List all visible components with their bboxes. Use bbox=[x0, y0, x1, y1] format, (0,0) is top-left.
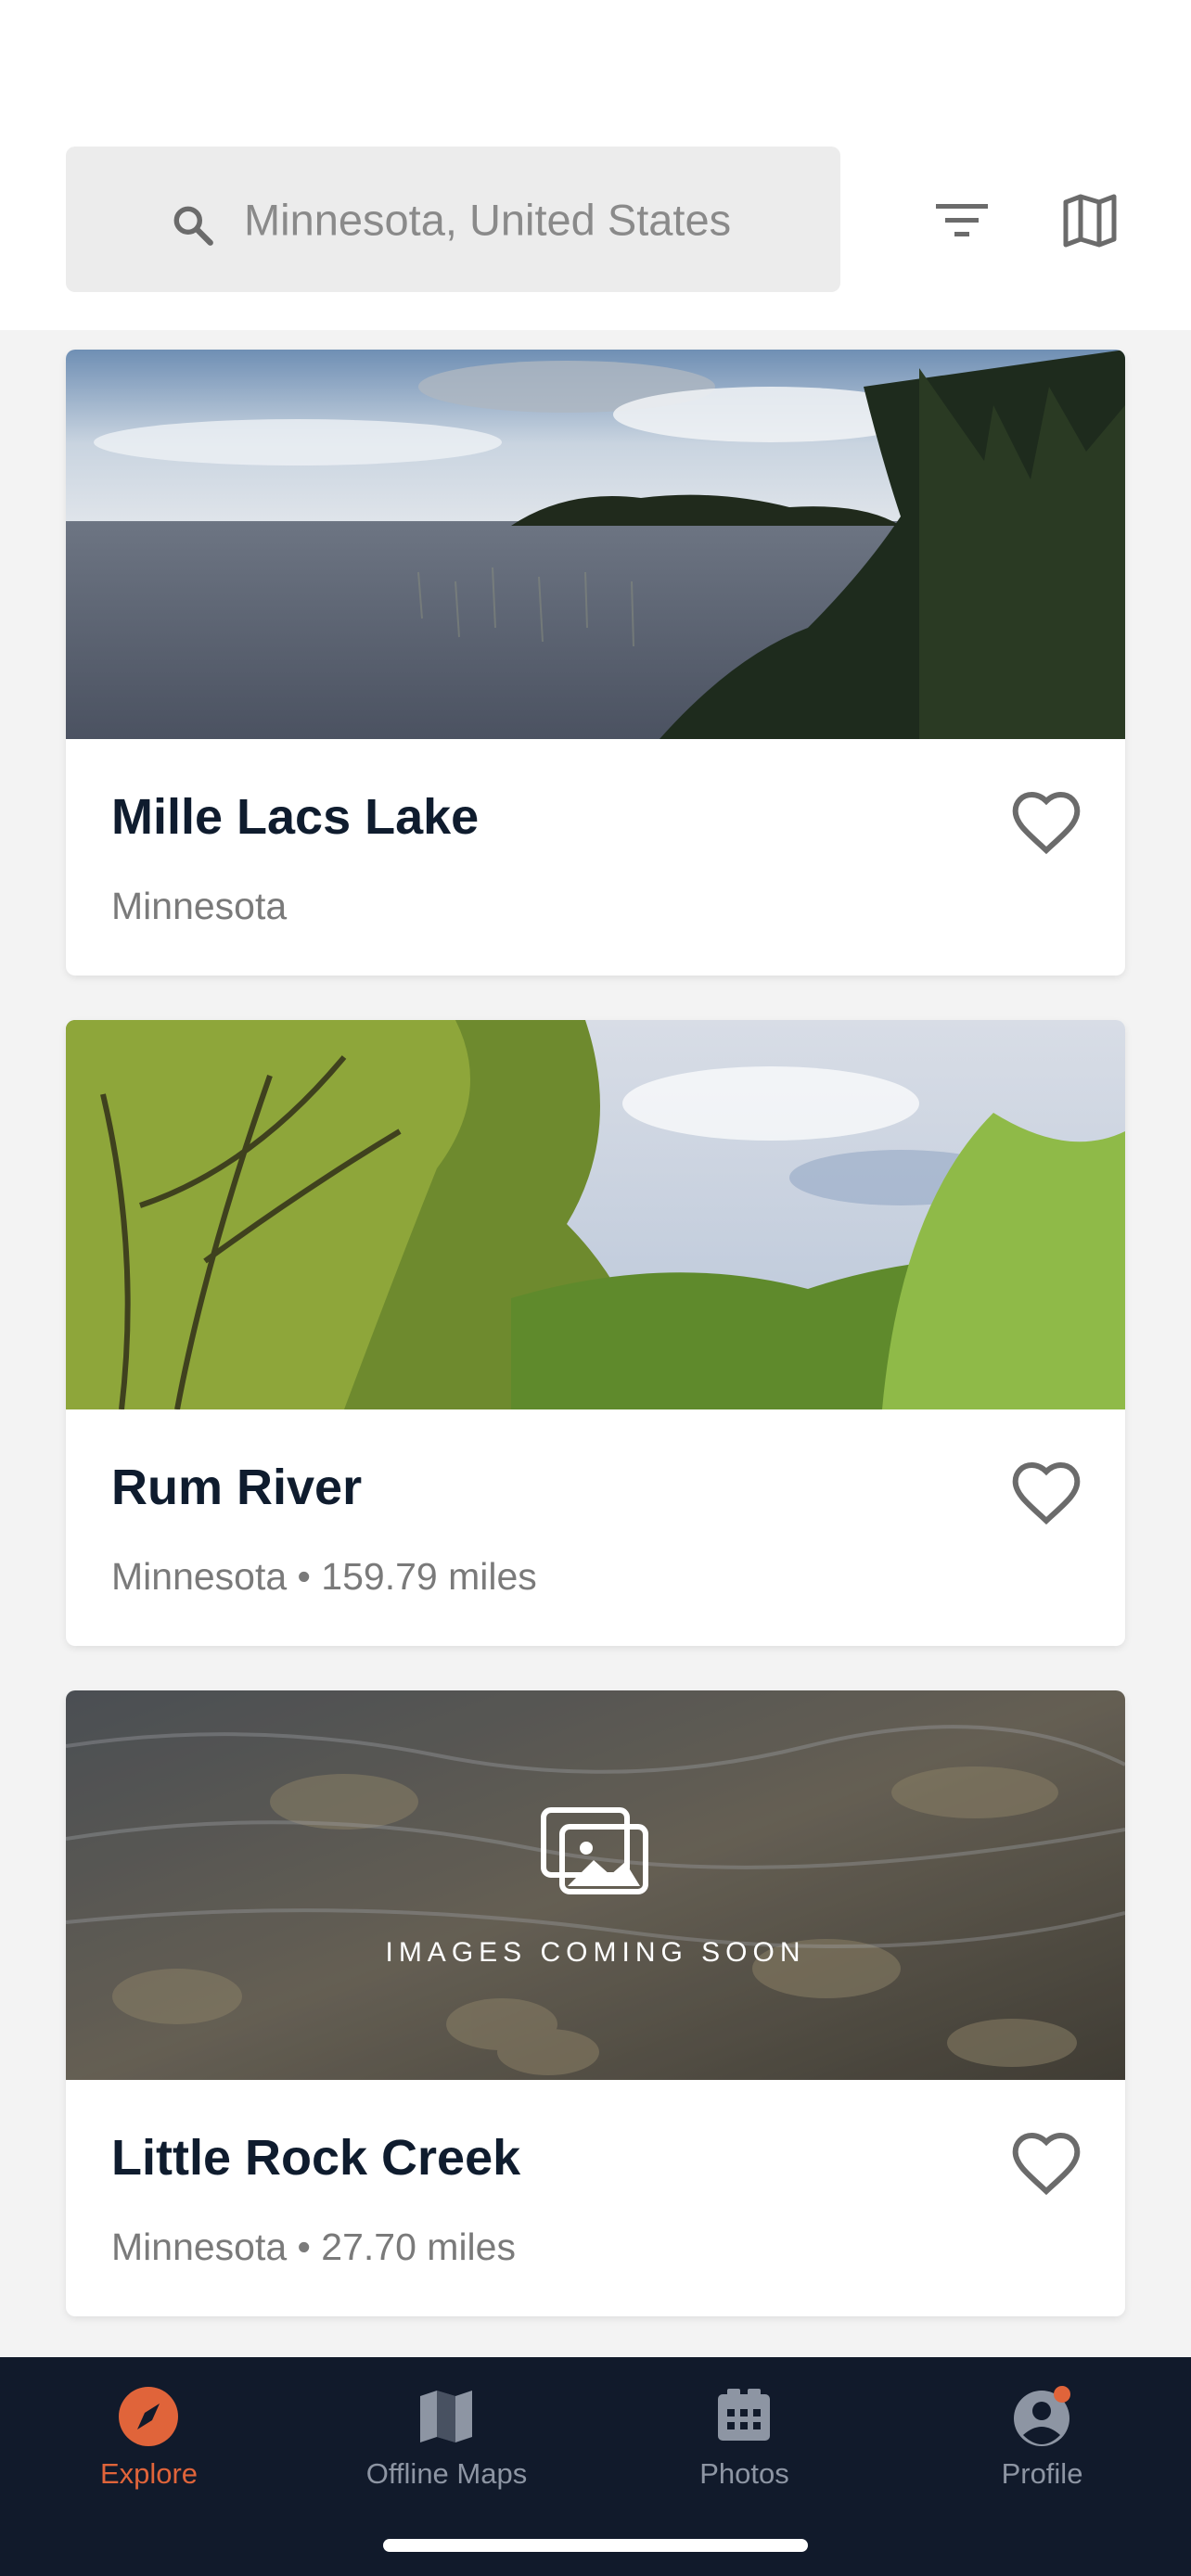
place-photo-lake bbox=[66, 350, 1125, 739]
photos-icon bbox=[718, 2389, 770, 2441]
place-title: Rum River bbox=[111, 1460, 363, 1515]
tab-label: Explore bbox=[99, 2457, 198, 2490]
place-meta: Minnesota • 27.70 miles bbox=[111, 2225, 516, 2268]
favorite-heart-icon[interactable] bbox=[1009, 785, 1083, 860]
header: Minnesota, United States bbox=[0, 0, 1191, 330]
filter-button[interactable] bbox=[920, 179, 1004, 262]
place-meta: Minnesota bbox=[111, 885, 288, 927]
notification-badge bbox=[1054, 2386, 1070, 2403]
search-placeholder: Minnesota, United States bbox=[244, 195, 732, 244]
bottom-tab-bar: Explore Offline Maps Photos Profile bbox=[0, 2357, 1191, 2576]
image-placeholder-icon bbox=[541, 1807, 648, 1894]
compass-icon bbox=[119, 2387, 178, 2446]
app-root: Minnesota, United States Mille Lacs Lake… bbox=[0, 0, 1191, 2576]
place-title: Mille Lacs Lake bbox=[111, 789, 480, 845]
tab-label: Offline Maps bbox=[365, 2457, 528, 2490]
tab-explore[interactable]: Explore bbox=[0, 2357, 298, 2576]
tab-label: Profile bbox=[1001, 2457, 1083, 2490]
map-button[interactable] bbox=[1048, 179, 1132, 262]
place-photo-river bbox=[66, 1020, 1125, 1409]
map-icon bbox=[1063, 194, 1117, 248]
filter-icon bbox=[936, 204, 988, 236]
place-card[interactable]: Rum River Minnesota • 159.79 miles bbox=[66, 1020, 1125, 1646]
favorite-heart-icon[interactable] bbox=[1009, 1456, 1083, 1530]
image-placeholder-label: IMAGES COMING SOON bbox=[385, 1937, 806, 1968]
map-icon bbox=[420, 2391, 472, 2442]
place-photo-placeholder: IMAGES COMING SOON bbox=[66, 1690, 1125, 2080]
tab-profile[interactable]: Profile bbox=[893, 2357, 1191, 2576]
place-card[interactable]: Mille Lacs Lake Minnesota bbox=[66, 350, 1125, 976]
place-card[interactable]: IMAGES COMING SOON Little Rock Creek Min… bbox=[66, 1690, 1125, 2316]
search-input[interactable]: Minnesota, United States bbox=[66, 147, 840, 292]
search-icon bbox=[173, 206, 213, 246]
tab-label: Photos bbox=[699, 2457, 789, 2490]
profile-icon bbox=[1014, 2386, 1070, 2446]
home-indicator bbox=[383, 2539, 808, 2552]
place-meta: Minnesota • 159.79 miles bbox=[111, 1555, 537, 1598]
favorite-heart-icon[interactable] bbox=[1009, 2126, 1083, 2200]
place-title: Little Rock Creek bbox=[111, 2130, 521, 2186]
